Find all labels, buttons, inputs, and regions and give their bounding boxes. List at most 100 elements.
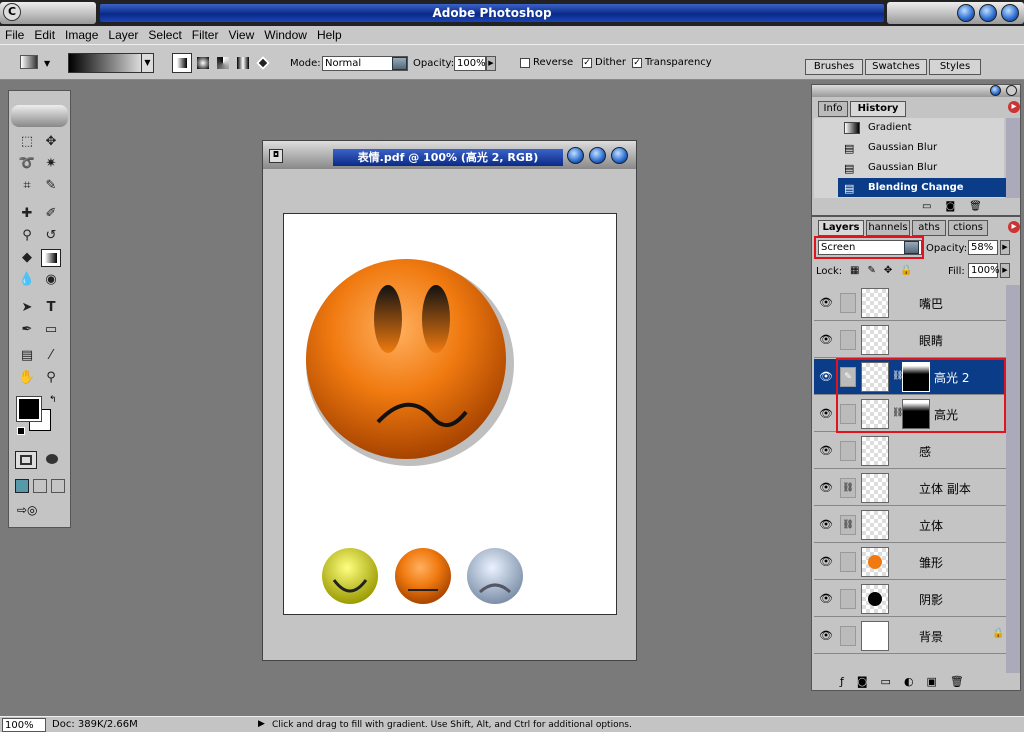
layer-row[interactable]: 👁 雏形 — [814, 544, 1006, 580]
path-selection-tool-icon[interactable]: ➤ — [17, 299, 37, 317]
layer-row[interactable]: 👁 嘴巴 — [814, 285, 1006, 321]
palette-tab-brushes[interactable]: Brushes — [805, 59, 863, 75]
reflected-gradient-button[interactable] — [234, 54, 252, 72]
standard-mode-button[interactable] — [15, 451, 37, 469]
menu-select[interactable]: Select — [143, 26, 186, 42]
quick-mask-button[interactable] — [41, 451, 63, 469]
layer-row[interactable]: 👁 背景 🔒 — [814, 618, 1006, 654]
opacity-input[interactable]: 100% — [454, 56, 486, 71]
eye-icon[interactable]: 👁 — [818, 370, 834, 384]
hand-tool-icon[interactable]: ✋ — [17, 369, 37, 387]
canvas[interactable] — [283, 213, 617, 615]
screen-mode-full-icon[interactable] — [51, 479, 65, 493]
doc-minimize-button[interactable] — [567, 147, 584, 164]
app-icon[interactable]: C — [3, 3, 21, 21]
history-item[interactable]: Gaussian Blur — [838, 158, 1018, 177]
eye-icon[interactable]: 👁 — [818, 481, 834, 495]
fill-slider-arrow[interactable]: ▶ — [1000, 263, 1010, 278]
angle-gradient-button[interactable] — [214, 54, 232, 72]
chain-link-icon[interactable]: ⛓ — [840, 515, 856, 535]
transparency-checkbox[interactable]: ✓ — [632, 58, 642, 68]
doc-close-button[interactable] — [611, 147, 628, 164]
menu-filter[interactable]: Filter — [187, 26, 224, 42]
zoom-tool-icon[interactable]: ⚲ — [41, 369, 61, 387]
lasso-tool-icon[interactable]: ➰ — [17, 155, 37, 173]
layer-row[interactable]: 👁 ⛓ 立体 — [814, 507, 1006, 543]
gradient-dropdown-arrow[interactable]: ▼ — [141, 54, 153, 72]
lock-options-icons[interactable]: ▦✎✥🔒 — [850, 265, 921, 276]
tab-channels[interactable]: hannels — [866, 220, 910, 236]
layers-footer-icons[interactable]: ƒ◙▭◐▣🗑 — [840, 675, 977, 688]
history-scrollbar[interactable] — [1006, 118, 1020, 198]
type-tool-icon[interactable]: T — [41, 299, 61, 317]
layer-opacity-slider-arrow[interactable]: ▶ — [1000, 240, 1010, 255]
history-panel-menu-button[interactable]: ▸ — [1008, 101, 1020, 113]
screen-mode-standard-icon[interactable] — [15, 479, 29, 493]
layer-link-box[interactable] — [840, 293, 856, 313]
eye-icon[interactable]: 👁 — [818, 555, 834, 569]
status-menu-arrow-icon[interactable]: ▶ — [258, 719, 265, 729]
history-footer-icons[interactable]: ▭◙🗑 — [922, 201, 996, 212]
radial-gradient-button[interactable] — [194, 54, 212, 72]
eye-icon[interactable]: 👁 — [818, 592, 834, 606]
tab-info[interactable]: Info — [818, 101, 848, 117]
maximize-button[interactable] — [979, 4, 997, 22]
shape-tool-icon[interactable]: ▭ — [41, 321, 61, 339]
eye-icon[interactable]: 👁 — [818, 407, 834, 421]
layer-row[interactable]: 👁 眼睛 — [814, 322, 1006, 358]
slice-tool-icon[interactable]: ✎ — [41, 177, 61, 195]
menu-edit[interactable]: Edit — [29, 26, 60, 42]
tool-preset-picker[interactable] — [20, 55, 38, 69]
jump-to-imageready-icon[interactable]: ⇨◎ — [17, 503, 63, 521]
layer-link-box[interactable] — [840, 589, 856, 609]
zoom-field[interactable]: 100% — [2, 718, 46, 732]
eye-icon[interactable]: 👁 — [818, 333, 834, 347]
linear-gradient-button[interactable] — [172, 53, 192, 73]
layers-panel-menu-button[interactable]: ▸ — [1008, 221, 1020, 233]
palette-tab-styles[interactable]: Styles — [929, 59, 981, 75]
layer-link-box[interactable] — [840, 626, 856, 646]
history-panel-header[interactable] — [812, 85, 1020, 97]
history-panel-close-button[interactable] — [1006, 85, 1017, 96]
layer-row[interactable]: 👁 ⛓ 立体 副本 — [814, 470, 1006, 506]
chevron-down-icon[interactable]: ▼ — [44, 59, 50, 68]
healing-brush-tool-icon[interactable]: ✚ — [17, 205, 37, 223]
dodge-tool-icon[interactable]: ◉ — [41, 271, 61, 289]
eye-icon[interactable]: 👁 — [818, 296, 834, 310]
history-item-selected[interactable]: Blending Change — [838, 178, 1018, 197]
swap-colors-icon[interactable]: ↰ — [49, 395, 57, 405]
layer-link-box[interactable] — [840, 441, 856, 461]
history-item[interactable]: Gaussian Blur — [838, 138, 1018, 157]
doc-maximize-button[interactable] — [589, 147, 606, 164]
menu-window[interactable]: Window — [259, 26, 312, 42]
history-brush-tool-icon[interactable]: ↺ — [41, 227, 61, 245]
reverse-checkbox[interactable] — [520, 58, 530, 68]
tab-history[interactable]: History — [850, 101, 906, 117]
gradient-tool-icon[interactable] — [41, 249, 61, 267]
magic-wand-tool-icon[interactable]: ✷ — [41, 155, 61, 173]
menu-file[interactable]: File — [0, 26, 29, 42]
notes-tool-icon[interactable]: ▤ — [17, 347, 37, 365]
menu-layer[interactable]: Layer — [103, 26, 143, 42]
screen-mode-full-menu-icon[interactable] — [33, 479, 47, 493]
chain-link-icon[interactable]: ⛓ — [840, 478, 856, 498]
history-item[interactable]: Gradient — [838, 118, 1018, 137]
layer-row[interactable]: 👁 感 — [814, 433, 1006, 469]
document-title-bar[interactable]: ◘ 表情.pdf @ 100% (高光 2, RGB) — [263, 141, 636, 169]
layers-scrollbar[interactable] — [1006, 285, 1020, 673]
layer-row[interactable]: 👁 阴影 — [814, 581, 1006, 617]
menu-view[interactable]: View — [223, 26, 259, 42]
history-panel-minimize-button[interactable] — [990, 85, 1001, 96]
move-tool-icon[interactable]: ✥ — [41, 133, 61, 151]
mode-dropdown-arrow[interactable] — [392, 57, 407, 70]
close-button[interactable] — [1001, 4, 1019, 22]
fill-input[interactable]: 100% — [968, 263, 1000, 278]
layer-link-box[interactable] — [840, 330, 856, 350]
blur-tool-icon[interactable]: 💧 — [17, 271, 37, 289]
eye-icon[interactable]: 👁 — [818, 629, 834, 643]
eyedropper-tool-icon[interactable]: ⁄ — [41, 347, 61, 365]
menu-help[interactable]: Help — [312, 26, 347, 42]
diamond-gradient-button[interactable] — [254, 54, 272, 72]
brush-tool-icon[interactable]: ✐ — [41, 205, 61, 223]
foreground-color-swatch[interactable] — [16, 396, 42, 422]
